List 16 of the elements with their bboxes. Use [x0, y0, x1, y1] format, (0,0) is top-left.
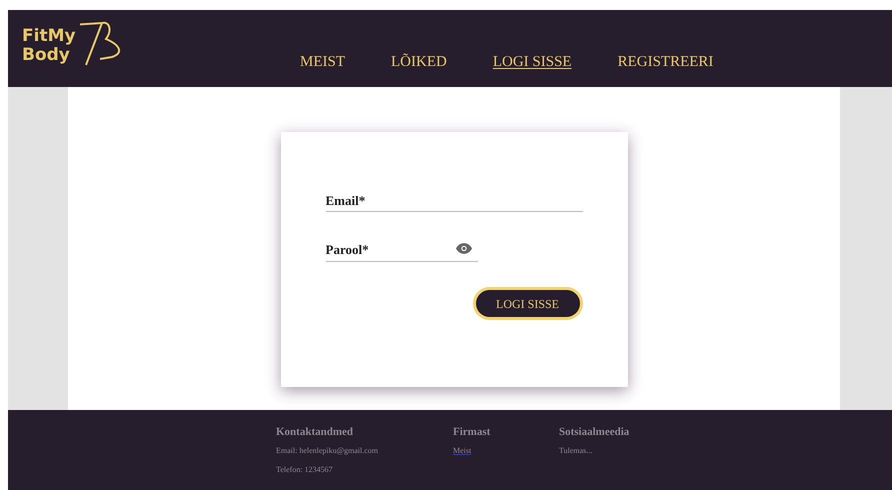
- nav-link[interactable]: REGISTREERI: [618, 50, 714, 73]
- logo-text[interactable]: FitMy: [22, 27, 76, 46]
- email-field[interactable]: Email*: [326, 190, 582, 212]
- footer-heading: Sotsiaalmeedia: [559, 425, 630, 440]
- footer-text: Telefon: 1234567: [276, 464, 334, 476]
- footer-heading: Kontaktandmed: [276, 425, 354, 440]
- eye-icon[interactable]: [456, 243, 472, 254]
- nav-link[interactable]: MEIST: [300, 50, 345, 73]
- nav-link[interactable]: LÕIKED: [391, 50, 447, 73]
- footer-text: Email: helenlepiku@gmail.com: [276, 444, 380, 456]
- login-button[interactable]: LOGI SISSE: [472, 287, 582, 320]
- footer-text: Tulemas...: [559, 444, 594, 456]
- nav-link[interactable]: LOGI SISSE: [492, 50, 572, 73]
- logo-text[interactable]: Body: [22, 46, 76, 65]
- footer-link[interactable]: Meist: [453, 444, 472, 456]
- footer-heading: Firmast: [453, 425, 492, 440]
